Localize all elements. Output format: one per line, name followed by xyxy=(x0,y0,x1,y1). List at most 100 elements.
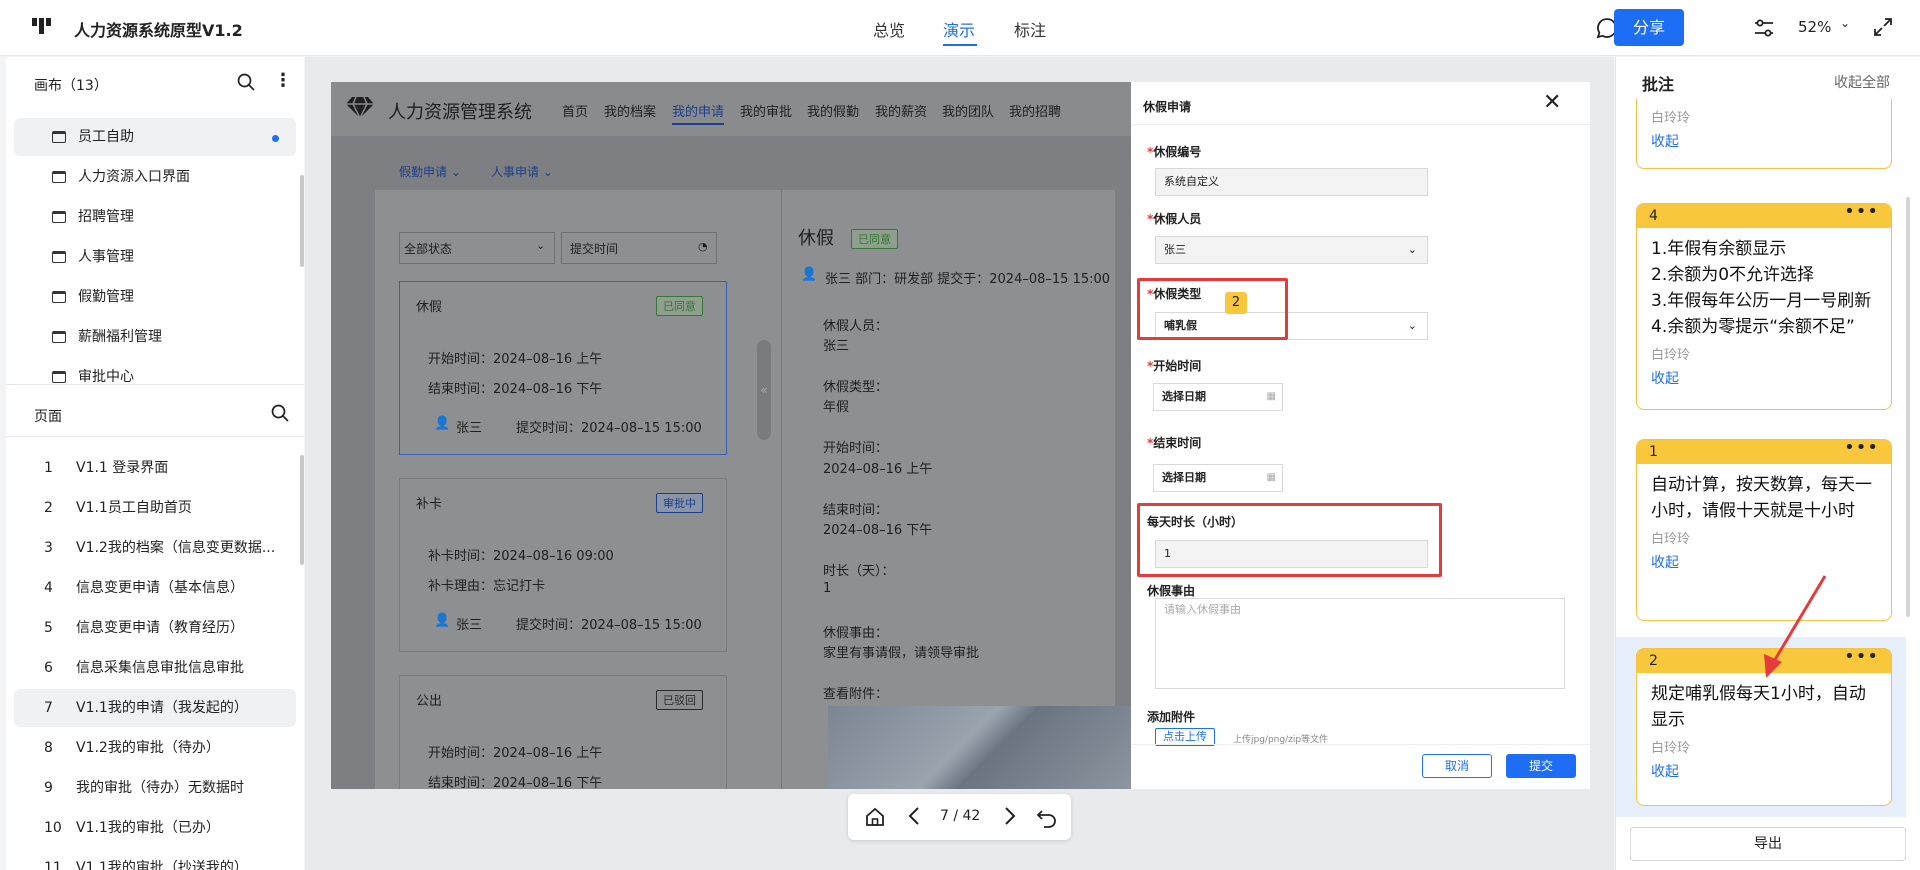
page-item[interactable]: 2 V1.1员工自助首页 xyxy=(14,489,296,527)
card-user: 张三 xyxy=(456,618,483,633)
pages-scrollbar[interactable] xyxy=(300,455,304,565)
page-number: 11 xyxy=(44,860,62,870)
chevron-left-icon[interactable] xyxy=(904,804,924,833)
card-submit-time: 提交时间：2024–08–15 15:00 xyxy=(516,618,702,633)
undo-icon[interactable] xyxy=(1036,806,1058,832)
red-arrow-icon xyxy=(1764,575,1827,678)
canvas-item-label: 审批中心 xyxy=(78,369,134,384)
annotation-note-partial[interactable]: 白玲玲 收起 xyxy=(1636,99,1892,169)
nav-my-profile[interactable]: 我的档案 xyxy=(604,101,656,120)
settings-sliders-icon[interactable] xyxy=(1752,16,1776,44)
detail-field-label: 开始时间： xyxy=(823,441,889,456)
note-collapse-link[interactable]: 收起 xyxy=(1637,129,1891,161)
canvas-list-scrollbar[interactable] xyxy=(300,175,304,267)
start-date-picker[interactable]: 选择日期 ▦ xyxy=(1153,383,1283,411)
subnav-hr-apply[interactable]: 人事申请 ⌄ xyxy=(491,163,553,180)
page-number: 9 xyxy=(44,780,53,796)
canvas-item-employee-self-service[interactable]: 员工自助 xyxy=(14,118,296,156)
page-counter: 7 / 42 xyxy=(940,808,981,824)
nav-my-team[interactable]: 我的团队 xyxy=(942,101,994,120)
active-tab-indicator xyxy=(943,44,977,46)
tab-annotation[interactable]: 标注 xyxy=(1014,17,1046,41)
nav-my-salary[interactable]: 我的薪资 xyxy=(875,101,927,120)
collapse-handle[interactable]: « xyxy=(757,340,771,440)
chevron-right-icon[interactable] xyxy=(1000,804,1020,832)
zoom-chevron-down-icon[interactable]: ⌄ xyxy=(1840,16,1850,30)
field-label: 休假事由 xyxy=(1147,584,1196,598)
nav-home[interactable]: 首页 xyxy=(562,101,588,120)
canvas-item-attendance[interactable]: 假勤管理 xyxy=(14,278,296,316)
nav-my-recruitment[interactable]: 我的招聘 xyxy=(1009,101,1061,120)
canvas-item-personnel[interactable]: 人事管理 xyxy=(14,238,296,276)
page-item[interactable]: 8 V1.2我的审批（待办） xyxy=(14,729,296,767)
nav-my-approvals[interactable]: 我的审批 xyxy=(740,101,792,120)
export-button[interactable]: 导出 xyxy=(1630,827,1906,861)
zoom-level[interactable]: 52% xyxy=(1798,18,1831,36)
canvas-item-recruitment[interactable]: 招聘管理 xyxy=(14,198,296,236)
home-icon[interactable] xyxy=(864,806,886,832)
canvas-item-approval[interactable]: 审批中心 xyxy=(14,358,296,384)
annotation-note[interactable]: 4 ••• 1.年假有余额显示 2.余额为0不允许选择 3.年假每年公历一月一号刷… xyxy=(1636,203,1892,410)
share-button[interactable]: 分享 xyxy=(1614,9,1684,46)
more-icon[interactable]: ••• xyxy=(1844,440,1879,460)
tab-demo[interactable]: 演示 xyxy=(943,17,975,41)
tab-overview[interactable]: 总览 xyxy=(873,17,905,41)
field-label: *休假人员 xyxy=(1147,212,1202,226)
page-label: 信息变更申请（教育经历） xyxy=(76,620,244,636)
frame-icon xyxy=(52,291,66,303)
canvas-item-payroll[interactable]: 薪酬福利管理 xyxy=(14,318,296,356)
page-item[interactable]: 6 信息采集信息审批信息审批 xyxy=(14,649,296,687)
search-icon[interactable] xyxy=(270,403,290,427)
detail-field-label: 休假类型： xyxy=(823,380,889,395)
page-item[interactable]: 4 信息变更申请（基本信息） xyxy=(14,569,296,607)
page-item[interactable]: 3 V1.2我的档案（信息变更数据... xyxy=(14,529,296,567)
divider xyxy=(781,190,782,789)
attachment-building-image[interactable] xyxy=(828,706,1131,789)
nav-my-applications[interactable]: 我的申请 xyxy=(672,101,725,125)
user-icon: 👤 xyxy=(801,267,818,282)
note-collapse-link[interactable]: 收起 xyxy=(1637,759,1891,791)
page-number: 10 xyxy=(44,820,62,836)
detail-field-label: 查看附件： xyxy=(823,687,889,702)
cancel-button[interactable]: 取消 xyxy=(1422,754,1492,778)
page-item-selected[interactable]: 7 V1.1我的申请（我发起的） xyxy=(14,689,296,727)
pages-list: 1 V1.1 登录界面 2 V1.1员工自助首页 3 V1.2我的档案（信息变更数据.… xyxy=(6,441,304,870)
card-line: 结束时间：2024–08–16 下午 xyxy=(428,382,603,397)
canvas-item-label: 人事管理 xyxy=(78,249,134,265)
search-icon[interactable] xyxy=(236,72,256,96)
more-icon[interactable]: ••• xyxy=(1844,649,1879,669)
nav-my-attendance[interactable]: 我的假勤 xyxy=(807,101,859,120)
submit-button[interactable]: 提交 xyxy=(1506,754,1576,778)
application-card[interactable]: 休假 已同意 开始时间：2024–08–16 上午 结束时间：2024–08–1… xyxy=(399,281,727,455)
detail-meta: 张三 部门：研发部 提交于：2024–08–15 15:00 xyxy=(825,272,1111,287)
note-collapse-link[interactable]: 收起 xyxy=(1637,366,1891,398)
app-logo-icon[interactable] xyxy=(32,16,56,42)
application-card[interactable]: 补卡 审批中 补卡时间：2024–08–16 09:00 补卡理由：忘记打卡 👤… xyxy=(399,478,727,652)
application-card[interactable]: 公出 已驳回 开始时间：2024–08–16 上午 结束时间：2024–08–1… xyxy=(399,675,727,789)
fullscreen-icon[interactable] xyxy=(1872,16,1894,42)
page-item[interactable]: 11 V1.1我的审批（抄送我的） xyxy=(14,849,296,870)
calendar-icon: ▦ xyxy=(1266,472,1276,483)
annotation-scrollbar[interactable] xyxy=(1906,197,1910,617)
page-item[interactable]: 9 我的审批（待办）无数据时 xyxy=(14,769,296,807)
status-filter-select[interactable]: 全部状态 ⌄ xyxy=(399,232,555,264)
canvas-item-hr-entry[interactable]: 人力资源入口界面 xyxy=(14,158,296,196)
leave-reason-textarea[interactable]: 请输入休假事由 xyxy=(1155,598,1565,689)
subnav-attendance-apply[interactable]: 假勤申请 ⌄ xyxy=(399,163,461,180)
page-item[interactable]: 10 V1.1我的审批（已办） xyxy=(14,809,296,847)
page-item[interactable]: 1 V1.1 登录界面 xyxy=(14,449,296,487)
page-label: V1.2我的审批（待办） xyxy=(76,740,220,756)
page-item[interactable]: 5 信息变更申请（教育经历） xyxy=(14,609,296,647)
note-content: 自动计算，按天数算，每天一小时，请假十天就是十小时 xyxy=(1651,475,1872,521)
end-date-picker[interactable]: 选择日期 ▦ xyxy=(1153,464,1283,492)
more-icon[interactable]: ••• xyxy=(1844,204,1879,224)
close-icon[interactable]: ✕ xyxy=(1543,92,1561,114)
more-icon[interactable]: ⋮ xyxy=(274,70,292,91)
canvas-item-label: 假勤管理 xyxy=(78,289,134,305)
collapse-all-button[interactable]: 收起全部 xyxy=(1834,72,1890,92)
submit-time-filter[interactable]: 提交时间 ◔ xyxy=(561,232,717,264)
leave-person-select[interactable]: 张三 ⌄ xyxy=(1155,236,1428,264)
note-header: 4 ••• xyxy=(1637,204,1891,228)
detail-field-label: 时长（天）： xyxy=(823,564,895,579)
canvas-item-label: 薪酬福利管理 xyxy=(78,329,162,345)
